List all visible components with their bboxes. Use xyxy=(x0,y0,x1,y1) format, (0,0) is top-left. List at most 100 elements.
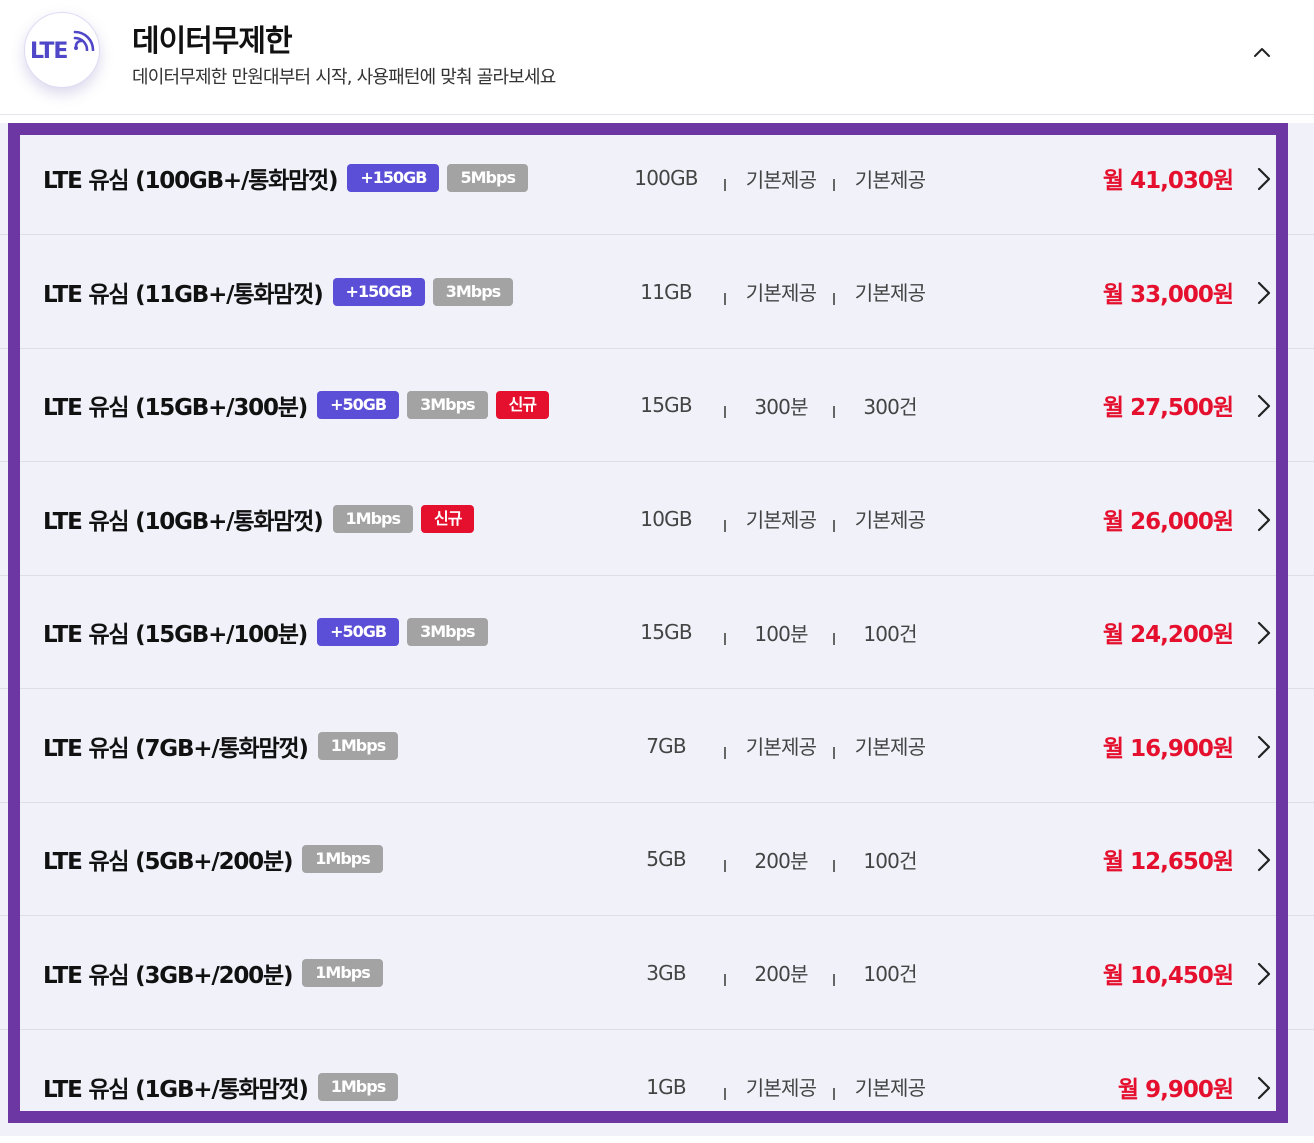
divider xyxy=(833,1087,835,1100)
speed-badge: 1Mbps xyxy=(317,731,399,760)
divider xyxy=(724,292,726,305)
plan-head: LTE 유심 (15GB+/100분) +50GB 3Mbps xyxy=(43,576,496,688)
plan-row[interactable]: LTE 유심 (15GB+/300분) +50GB 3Mbps 신규 15GB … xyxy=(0,349,1314,462)
chevron-right-icon[interactable] xyxy=(1256,961,1272,987)
bonus-data-badge: +50GB xyxy=(317,391,400,419)
plan-row[interactable]: LTE 유심 (15GB+/100분) +50GB 3Mbps 15GB 100… xyxy=(0,576,1314,689)
chevron-right-icon[interactable] xyxy=(1256,734,1272,760)
chevron-right-icon[interactable] xyxy=(1256,620,1272,646)
plan-sms: 기본제공 xyxy=(854,167,926,192)
bonus-data-badge: +150GB xyxy=(347,164,440,192)
plan-sms: 300건 xyxy=(863,394,917,419)
plan-data: 15GB xyxy=(640,393,692,417)
speed-badge: 3Mbps xyxy=(407,391,488,419)
signal-icon xyxy=(73,30,95,51)
chevron-right-icon[interactable] xyxy=(1256,847,1272,873)
plan-row[interactable]: LTE 유심 (5GB+/200분) 1Mbps 5GB 200분 100건 월… xyxy=(0,803,1314,916)
logo-text: LTE xyxy=(30,39,68,64)
speed-badge: 5Mbps xyxy=(447,164,528,192)
speed-badge: 1Mbps xyxy=(317,1072,399,1101)
plan-row[interactable]: LTE 유심 (11GB+/통화맘껏) +150GB 3Mbps 11GB 기본… xyxy=(0,236,1314,349)
plan-voice: 200분 xyxy=(754,962,808,986)
plan-price: 월 12,650원 xyxy=(1102,849,1234,875)
plan-head: LTE 유심 (100GB+/통화맘껏) +150GB 5Mbps xyxy=(43,122,536,234)
plan-row[interactable]: LTE 유심 (1GB+/통화맘껏) 1Mbps 1GB 기본제공 기본제공 월… xyxy=(0,1030,1314,1143)
bonus-data-badge: +50GB xyxy=(317,618,400,646)
plan-sms: 100건 xyxy=(863,621,917,646)
plan-price: 월 16,900원 xyxy=(1102,735,1234,762)
divider xyxy=(833,746,835,759)
divider xyxy=(724,633,726,645)
plan-head: LTE 유심 (10GB+/통화맘껏) 1Mbps 신규 xyxy=(43,463,482,575)
plan-data: 5GB xyxy=(646,847,686,871)
plan-head: LTE 유심 (7GB+/통화맘껏) 1Mbps xyxy=(43,690,406,802)
chevron-right-icon[interactable] xyxy=(1256,1075,1272,1101)
plan-name: LTE 유심 (3GB+/200분) xyxy=(43,962,293,989)
chevron-right-icon[interactable] xyxy=(1256,393,1272,419)
chevron-right-icon[interactable] xyxy=(1256,166,1272,192)
plan-sms: 기본제공 xyxy=(854,281,926,305)
divider xyxy=(724,1087,726,1100)
bonus-data-badge: +150GB xyxy=(332,277,425,306)
speed-badge: 1Mbps xyxy=(332,504,414,533)
plan-row[interactable]: LTE 유심 (100GB+/통화맘껏) +150GB 5Mbps 100GB … xyxy=(0,122,1314,235)
plan-data: 15GB xyxy=(640,620,692,644)
plan-price: 월 10,450원 xyxy=(1102,962,1234,989)
divider xyxy=(833,179,835,191)
plan-head: LTE 유심 (1GB+/통화맘껏) 1Mbps xyxy=(43,1030,406,1143)
divider xyxy=(833,633,835,645)
divider xyxy=(833,406,835,418)
divider xyxy=(833,860,835,872)
plan-voice: 기본제공 xyxy=(745,167,817,192)
divider xyxy=(833,292,835,305)
section-title: 데이터무제한 xyxy=(132,24,293,59)
plan-head: LTE 유심 (3GB+/200분) 1Mbps xyxy=(43,917,391,1029)
divider xyxy=(724,406,726,418)
plan-data: 1GB xyxy=(646,1074,686,1099)
divider xyxy=(833,519,835,532)
plan-row[interactable]: LTE 유심 (7GB+/통화맘껏) 1Mbps 7GB 기본제공 기본제공 월… xyxy=(0,690,1314,803)
chevron-right-icon[interactable] xyxy=(1256,280,1272,306)
plan-row[interactable]: LTE 유심 (10GB+/통화맘껏) 1Mbps 신규 10GB 기본제공 기… xyxy=(0,463,1314,576)
plan-voice: 기본제공 xyxy=(745,281,817,305)
speed-badge: 1Mbps xyxy=(302,958,383,987)
plan-data: 10GB xyxy=(640,506,692,531)
plan-name: LTE 유심 (100GB+/통화맘껏) xyxy=(43,168,339,194)
plan-name: LTE 유심 (7GB+/통화맘껏) xyxy=(43,735,309,762)
divider xyxy=(724,860,726,872)
section-subtitle: 데이터무제한 만원대부터 시작, 사용패턴에 맞춰 골라보세요 xyxy=(132,67,556,88)
plan-head: LTE 유심 (5GB+/200분) 1Mbps xyxy=(43,803,391,915)
plan-name: LTE 유심 (11GB+/통화맘껏) xyxy=(43,281,324,308)
plan-price: 월 33,000원 xyxy=(1102,281,1234,308)
plan-sms: 100건 xyxy=(863,848,917,873)
plan-row[interactable]: LTE 유심 (3GB+/200분) 1Mbps 3GB 200분 100건 월… xyxy=(0,917,1314,1030)
lte-logo: LTE xyxy=(24,12,100,88)
chevron-up-icon[interactable] xyxy=(1248,38,1276,66)
divider xyxy=(724,179,726,191)
plan-voice: 기본제공 xyxy=(745,508,817,532)
plan-voice: 200분 xyxy=(754,848,808,873)
speed-badge: 3Mbps xyxy=(407,618,488,646)
section-header: LTE 데이터무제한 데이터무제한 만원대부터 시작, 사용패턴에 맞춰 골라보… xyxy=(0,0,1314,115)
plan-data: 100GB xyxy=(634,166,698,190)
plan-name: LTE 유심 (5GB+/200분) xyxy=(43,849,293,875)
plan-price: 월 26,000원 xyxy=(1102,508,1234,535)
plan-voice: 기본제공 xyxy=(745,735,817,759)
speed-badge: 3Mbps xyxy=(432,277,514,306)
divider xyxy=(724,746,726,759)
plan-data: 7GB xyxy=(646,733,686,758)
plan-name: LTE 유심 (1GB+/통화맘껏) xyxy=(43,1076,309,1103)
plan-price: 월 9,900원 xyxy=(1117,1076,1234,1103)
plan-data: 11GB xyxy=(640,279,692,304)
chevron-right-icon[interactable] xyxy=(1256,507,1272,533)
plan-name: LTE 유심 (10GB+/통화맘껏) xyxy=(43,508,324,535)
plan-price: 월 24,200원 xyxy=(1102,622,1234,648)
speed-badge: 1Mbps xyxy=(302,845,383,873)
plan-head: LTE 유심 (11GB+/통화맘껏) +150GB 3Mbps xyxy=(43,236,521,348)
plan-name: LTE 유심 (15GB+/300분) xyxy=(43,395,308,421)
plan-price: 월 27,500원 xyxy=(1102,395,1234,421)
plan-voice: 100분 xyxy=(754,621,808,646)
plan-voice: 300분 xyxy=(754,394,808,419)
plan-voice: 기본제공 xyxy=(745,1076,817,1100)
plan-sms: 기본제공 xyxy=(854,735,926,759)
